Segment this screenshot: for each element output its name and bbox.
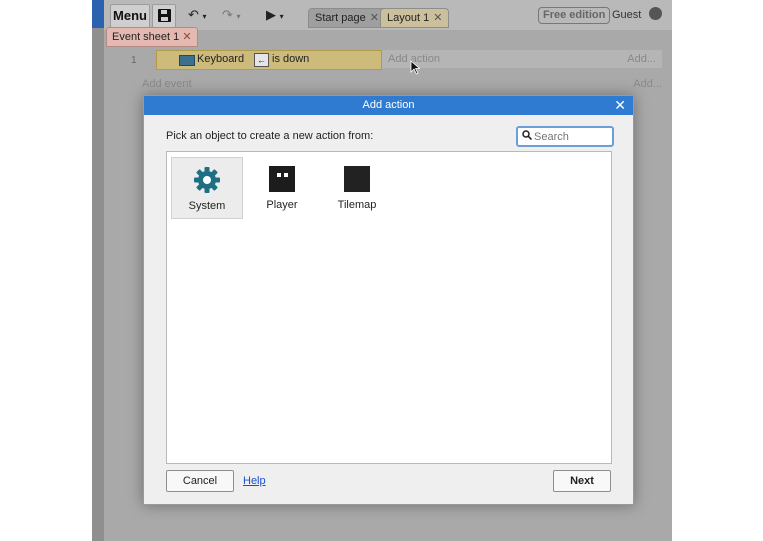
close-icon[interactable]: ✕ bbox=[614, 96, 626, 115]
tilemap-icon bbox=[344, 166, 370, 192]
undo-icon: ↶ bbox=[188, 7, 199, 22]
tab-layout-1[interactable]: Layout 1 ✕ bbox=[380, 8, 450, 28]
chevron-down-icon: ▾ bbox=[279, 12, 284, 21]
close-icon[interactable]: ✕ bbox=[370, 12, 379, 24]
add-event-link[interactable]: Add event bbox=[142, 78, 192, 90]
object-label: Player bbox=[266, 199, 298, 211]
undo-button[interactable]: ↶ ▾ bbox=[188, 6, 207, 24]
arrow-left-icon: ← bbox=[254, 53, 269, 67]
event-number: 1 bbox=[131, 55, 137, 66]
add-action-dialog: Add action ✕ Pick an object to create a … bbox=[143, 95, 634, 505]
object-tilemap[interactable]: Tilemap bbox=[322, 157, 392, 217]
player-sprite-icon bbox=[269, 166, 295, 192]
tab-label: Event sheet 1 bbox=[112, 31, 180, 43]
free-edition-badge[interactable]: Free edition bbox=[538, 7, 611, 24]
action-area[interactable]: Add action Add... bbox=[382, 50, 662, 68]
play-icon: ▶ bbox=[266, 7, 276, 22]
redo-button[interactable]: ↷ ▾ bbox=[222, 6, 241, 24]
search-box[interactable] bbox=[516, 126, 614, 147]
search-input[interactable] bbox=[534, 129, 608, 144]
save-button[interactable] bbox=[152, 4, 176, 28]
user-name[interactable]: Guest bbox=[612, 7, 641, 23]
keyboard-icon bbox=[179, 55, 195, 66]
tab-label: Layout 1 bbox=[387, 12, 430, 24]
user-icon[interactable] bbox=[649, 7, 662, 20]
dialog-title: Add action bbox=[144, 96, 633, 115]
object-player[interactable]: Player bbox=[247, 157, 317, 217]
condition-text: is down bbox=[272, 53, 310, 65]
condition-object: Keyboard bbox=[197, 53, 245, 65]
add-more-link[interactable]: Add... bbox=[627, 53, 656, 65]
object-label: Tilemap bbox=[337, 199, 377, 211]
toolbar: Menu ↶ ▾ ↷ ▾ ▶ ▾ Start page ✕ Layout 1 ✕ F… bbox=[104, 0, 672, 30]
mouse-cursor-icon bbox=[410, 60, 421, 75]
save-icon bbox=[157, 9, 171, 22]
object-list: System Player Tilemap bbox=[166, 151, 612, 464]
left-strip bbox=[92, 0, 104, 541]
close-icon[interactable]: ✕ bbox=[182, 31, 191, 43]
chevron-down-icon: ▾ bbox=[202, 12, 207, 21]
close-icon[interactable]: ✕ bbox=[433, 12, 442, 24]
add-more-link[interactable]: Add... bbox=[633, 78, 662, 90]
search-icon bbox=[522, 130, 532, 140]
chevron-down-icon: ▾ bbox=[236, 12, 241, 21]
object-label: System bbox=[188, 200, 226, 212]
tab-label: Start page bbox=[315, 12, 366, 24]
cancel-button[interactable]: Cancel bbox=[166, 470, 234, 492]
gear-icon bbox=[194, 167, 220, 193]
redo-icon: ↷ bbox=[222, 7, 233, 22]
run-button[interactable]: ▶ ▾ bbox=[266, 6, 284, 24]
left-strip-accent bbox=[92, 0, 104, 28]
tab-event-sheet-1[interactable]: Event sheet 1 ✕ bbox=[106, 27, 198, 47]
object-system[interactable]: System bbox=[171, 157, 243, 219]
dialog-prompt: Pick an object to create a new action fr… bbox=[166, 130, 374, 142]
next-button[interactable]: Next bbox=[553, 470, 611, 492]
menu-button[interactable]: Menu bbox=[110, 4, 150, 28]
condition-block[interactable]: Keyboard ← is down bbox=[156, 50, 382, 70]
tab-start-page[interactable]: Start page ✕ bbox=[308, 8, 386, 28]
help-link[interactable]: Help bbox=[243, 475, 266, 487]
